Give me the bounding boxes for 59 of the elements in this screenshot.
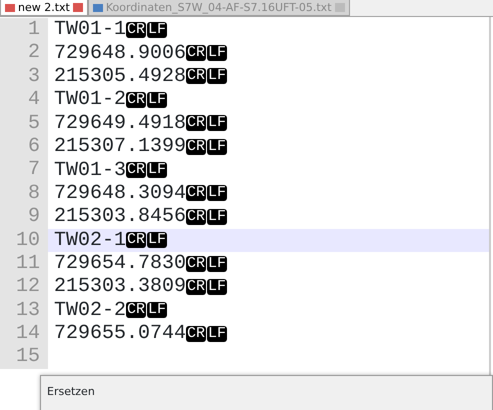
line-ending-marker: CR [126,162,146,178]
line-ending-marker: CR [186,185,206,202]
code-line: 729649.4918 [54,112,186,135]
file-tab[interactable]: new 2.txt [0,0,88,16]
line-ending-marker: CR [186,68,206,84]
code-line: TW02-2 [54,298,126,322]
code-line: 215307.1399 [54,135,186,158]
line-ending-marker: LF [147,162,168,178]
line-ending-marker: LF [207,45,228,62]
line-ending-marker: LF [147,232,168,248]
code-line: 215303.8456 [54,205,186,228]
line-ending-marker: LF [207,278,228,295]
line-number: 1 [0,18,48,42]
line-ending-marker: LF [147,302,168,318]
code-line: TW01-1 [54,18,126,42]
code-line: 729648.9006 [54,42,186,65]
code-line: TW01-2 [54,88,126,112]
line-ending-marker: CR [186,115,206,132]
line-ending-marker: CR [126,302,146,318]
line-number: 6 [0,134,48,158]
line-ending-marker: CR [186,208,206,225]
line-ending-marker: LF [207,68,228,84]
line-ending-marker: LF [207,208,228,225]
line-ending-marker: CR [186,45,206,62]
code-line: 215305.4928 [54,64,186,88]
line-number: 11 [0,252,48,276]
code-line: 215303.3809 [54,275,186,298]
line-number: 3 [0,64,48,88]
line-ending-marker: CR [126,232,146,248]
line-number: 14 [0,322,48,346]
line-ending-marker: LF [207,256,228,272]
line-ending-marker: LF [147,92,168,108]
line-number: 9 [0,205,48,229]
line-number: 15 [0,345,48,369]
line-ending-marker: CR [186,256,206,272]
dialog-title: Ersetzen [46,384,95,400]
line-ending-marker: CR [126,92,146,108]
line-number: 2 [0,41,48,65]
code-line: 729654.7830 [54,252,186,276]
line-ending-marker: CR [186,326,206,342]
code-line: TW01-3 [54,158,126,182]
line-number: 8 [0,182,48,206]
line-number: 7 [0,158,48,182]
line-ending-marker: CR [186,138,206,155]
line-number: 13 [0,298,48,322]
line-ending-marker: LF [207,185,228,202]
code-line: TW02-1 [54,228,126,252]
line-ending-marker: CR [126,22,146,38]
line-ending-marker: CR [186,278,206,295]
line-ending-marker: LF [147,22,168,38]
line-ending-marker: LF [207,115,228,132]
line-ending-marker: LF [207,326,228,342]
code-line: 729648.3094 [54,182,186,205]
line-ending-marker: LF [207,138,228,155]
code-line: 729655.0744 [54,322,186,346]
line-number: 10 [0,228,48,252]
line-number: 4 [0,88,48,112]
line-number: 12 [0,275,48,299]
line-number: 5 [0,112,48,135]
